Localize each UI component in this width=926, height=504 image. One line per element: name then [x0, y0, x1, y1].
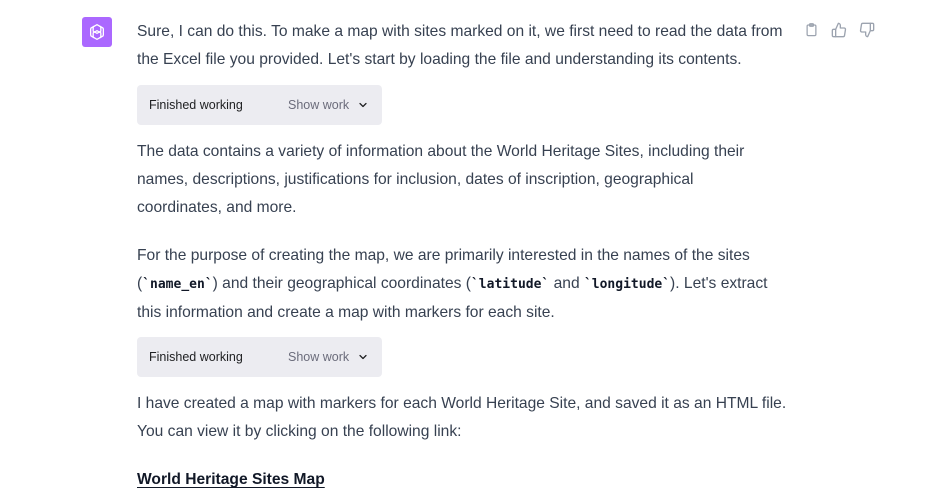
- chevron-down-icon: [359, 354, 367, 360]
- clipboard-icon: [806, 23, 816, 37]
- message-paragraph: For the purpose of creating the map, we …: [137, 242, 777, 327]
- text-segment: ) and their geographical coordinates (: [212, 275, 471, 292]
- code-latitude: `latitude`: [470, 277, 550, 292]
- finished-working-panel: Finished working Show work: [137, 337, 382, 377]
- text-segment: and: [549, 275, 584, 292]
- work-status: Finished working: [149, 98, 243, 112]
- thumbs-down-icon: [859, 22, 875, 38]
- like-button[interactable]: [830, 21, 848, 39]
- dislike-button[interactable]: [858, 21, 876, 39]
- work-status: Finished working: [149, 350, 243, 364]
- message-actions: [802, 21, 876, 39]
- finished-working-panel: Finished working Show work: [137, 85, 382, 125]
- chevron-down-icon: [359, 102, 367, 108]
- thumbs-up-icon: [831, 22, 847, 38]
- openai-logo-icon: [90, 24, 104, 40]
- copy-button[interactable]: [802, 21, 820, 39]
- message-paragraph: I have created a map with markers for ea…: [137, 395, 787, 440]
- code-name-en: `name_en`: [142, 277, 213, 292]
- code-longitude: `longitude`: [583, 277, 671, 292]
- link-row: World Heritage Sites Map: [137, 466, 325, 494]
- assistant-avatar: [82, 17, 112, 47]
- show-work-label: Show work: [288, 98, 350, 112]
- show-work-button[interactable]: Show work: [288, 91, 369, 119]
- message-paragraph: Sure, I can do this. To make a map with …: [137, 23, 783, 68]
- map-link[interactable]: World Heritage Sites Map: [137, 471, 325, 488]
- show-work-button[interactable]: Show work: [288, 343, 369, 371]
- show-work-label: Show work: [288, 350, 350, 364]
- message-paragraph: The data contains a variety of informati…: [137, 143, 745, 216]
